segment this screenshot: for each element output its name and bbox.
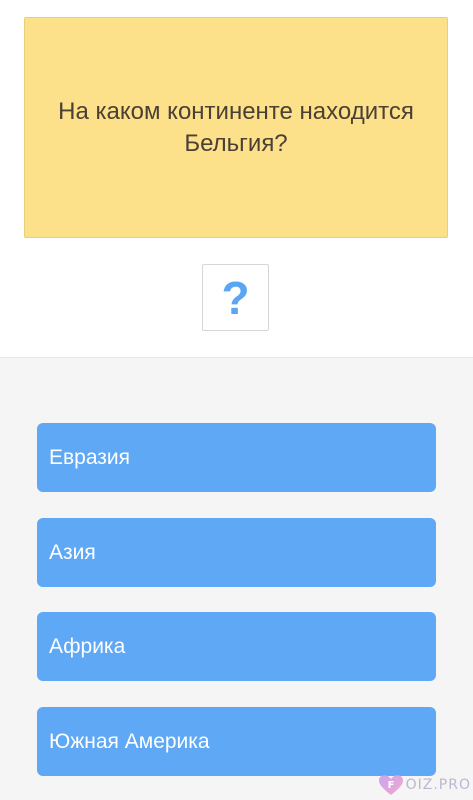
watermark: F OIZ.PRO [378, 774, 471, 796]
svg-text:F: F [387, 780, 394, 791]
answer-button-1[interactable]: Евразия [37, 423, 436, 492]
question-text: На каком континенте находится Бельгия? [58, 97, 414, 157]
answer-button-2[interactable]: Азия [37, 518, 436, 587]
answer-button-3[interactable]: Африка [37, 612, 436, 681]
answer-label: Южная Америка [49, 729, 210, 753]
question-area: На каком континенте находится Бельгия? ? [0, 0, 473, 358]
answer-label: Африка [49, 634, 126, 658]
heart-logo-icon: F [378, 775, 403, 795]
watermark-text: OIZ.PRO [405, 777, 471, 793]
question-mark-icon: ? [221, 271, 250, 324]
hint-button[interactable]: ? [202, 264, 269, 331]
answer-button-4[interactable]: Южная Америка [37, 707, 436, 776]
answers-area: Евразия Азия Африка Южная Америка F OIZ.… [0, 358, 473, 800]
question-card: На каком континенте находится Бельгия? [24, 17, 448, 238]
answer-label: Азия [49, 540, 96, 564]
answer-label: Евразия [49, 445, 131, 469]
